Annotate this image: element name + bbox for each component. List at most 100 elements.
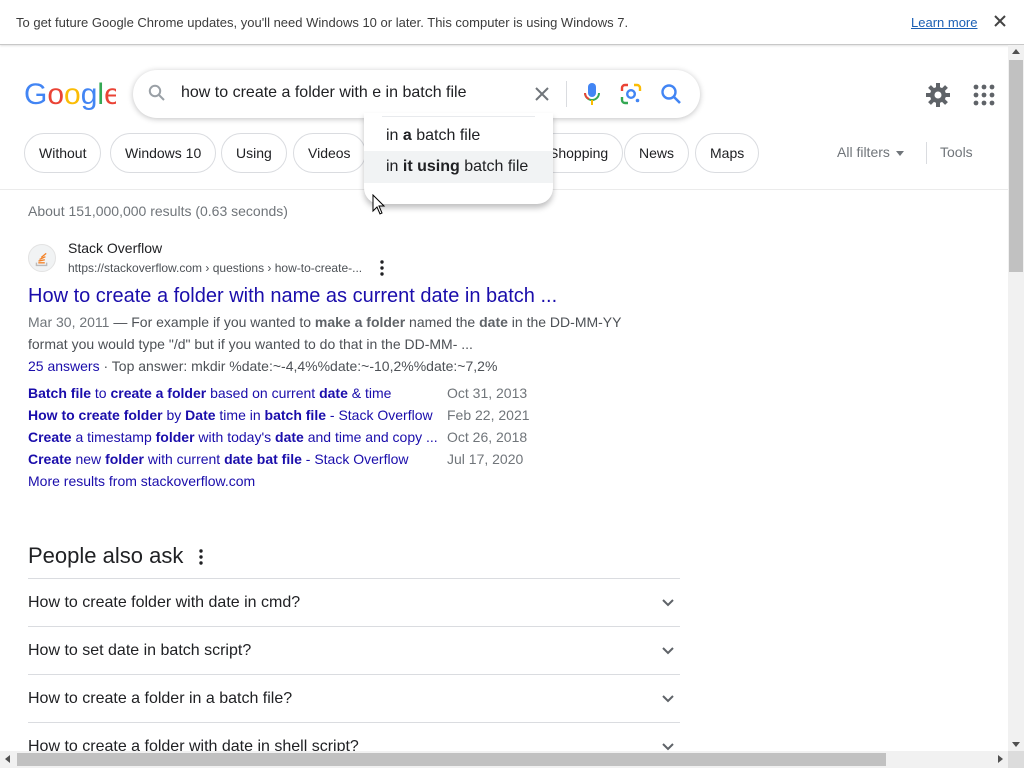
suggestion-bold: it using: [402, 158, 460, 175]
more-results-link[interactable]: More results from stackoverflow.com: [28, 473, 255, 489]
infobar-message: To get future Google Chrome updates, you…: [16, 15, 629, 30]
search-input[interactable]: how to create a folder with e in batch f…: [181, 84, 467, 102]
caret-down-icon: [895, 150, 904, 156]
sublink-bold-text: folder: [155, 429, 195, 445]
sublink-3[interactable]: Create a timestamp folder with today's d…: [28, 429, 438, 445]
vertical-scrollbar-thumb[interactable]: [1009, 60, 1023, 272]
sublink-text: to: [91, 385, 111, 401]
svg-text:Google: Google: [24, 78, 116, 111]
autocomplete-dropdown: in a batch file in it using batch file: [364, 113, 553, 204]
search-divider: [566, 81, 567, 107]
result-snippet-line-2: format you would type "/d" but if you wa…: [28, 336, 473, 352]
gear-icon[interactable]: [925, 82, 951, 108]
sublink-bold-text: batch file: [264, 407, 327, 423]
chip-without[interactable]: Without: [24, 133, 102, 173]
learn-more-link[interactable]: Learn more: [911, 15, 977, 30]
sublink-date-3: Oct 26, 2018: [447, 429, 528, 445]
people-also-ask-heading: People also ask: [28, 543, 184, 568]
sublink-1[interactable]: Batch file to create a folder based on c…: [28, 385, 391, 401]
sublink-bold-text: folder: [105, 451, 144, 467]
result-url[interactable]: https://stackoverflow.com › questions › …: [68, 261, 362, 275]
horizontal-scrollbar[interactable]: [0, 751, 1008, 768]
result-stats: About 151,000,000 results (0.63 seconds): [28, 203, 288, 219]
snippet-text: in the DD-MM-YY: [507, 314, 622, 330]
sublink-bold-text: date bat file: [224, 451, 302, 467]
sublink-text: a timestamp: [71, 429, 156, 445]
snippet-date: Mar 30, 2011: [28, 314, 110, 330]
dropdown-divider: [382, 116, 535, 117]
paa-question-text: How to set date in batch script?: [28, 642, 252, 659]
result-title-link[interactable]: How to create a folder with name as curr…: [28, 285, 557, 308]
paa-question-3[interactable]: How to create a folder in a batch file?: [28, 674, 680, 722]
snippet-text: — For example if you wanted to: [109, 314, 315, 330]
apps-grid-icon[interactable]: [972, 83, 996, 107]
clear-search-icon[interactable]: [531, 83, 553, 105]
horizontal-scrollbar-thumb[interactable]: [17, 753, 886, 766]
sublink-date-4: Jul 17, 2020: [447, 451, 524, 467]
sublink-date-2: Feb 22, 2021: [447, 407, 530, 423]
chip-videos[interactable]: Videos: [293, 133, 366, 173]
sublink-bold-text: Batch file: [28, 385, 92, 401]
suggestion-text: in: [386, 127, 403, 144]
sublink-text: and time and copy ...: [303, 429, 438, 445]
snippet-text: named the: [405, 314, 480, 330]
google-lens-icon[interactable]: [619, 82, 643, 106]
sublink-bold-text: create a folder: [110, 385, 207, 401]
all-filters-label: All filters: [837, 144, 890, 160]
tools-button[interactable]: Tools: [940, 144, 973, 160]
chevron-down-icon: [662, 599, 674, 607]
sublink-bold-text: date: [319, 385, 348, 401]
sublink-4[interactable]: Create new folder with current date bat …: [28, 451, 408, 467]
suggestion-1[interactable]: in a batch file: [364, 120, 553, 152]
sublink-date-1: Oct 31, 2013: [447, 385, 528, 401]
search-icon: [148, 84, 165, 101]
suggestion-text: batch file: [411, 127, 481, 144]
scrollbar-corner: [1008, 751, 1024, 768]
more-options-icon[interactable]: [372, 258, 392, 278]
sublink-2[interactable]: How to create folder by Date time in bat…: [28, 407, 433, 423]
scroll-right-arrow-icon[interactable]: [998, 755, 1003, 763]
sublink-bold-text: date: [275, 429, 304, 445]
microphone-icon[interactable]: [580, 81, 604, 107]
filter-divider: [926, 142, 927, 164]
vertical-scrollbar[interactable]: [1008, 45, 1024, 751]
chip-windows-10[interactable]: Windows 10: [110, 133, 217, 173]
paa-question-1[interactable]: How to create folder with date in cmd?: [28, 578, 680, 626]
result-site-name[interactable]: Stack Overflow: [68, 240, 162, 256]
answers-link[interactable]: 25 answers: [28, 358, 100, 374]
suggestion-bold: a: [402, 127, 412, 144]
search-box[interactable]: how to create a folder with e in batch f…: [133, 70, 700, 118]
scroll-left-arrow-icon[interactable]: [5, 755, 10, 763]
close-icon[interactable]: [990, 11, 1010, 31]
more-options-icon[interactable]: [191, 547, 211, 567]
sublink-text: - Stack Overflow: [326, 407, 433, 423]
chip-news[interactable]: News: [624, 133, 690, 173]
search-submit-icon[interactable]: [659, 82, 683, 106]
all-filters-button[interactable]: All filters: [837, 144, 904, 160]
suggestion-2[interactable]: in it using batch file: [364, 151, 553, 183]
result-snippet-line-1: Mar 30, 2011 — For example if you wanted…: [28, 314, 621, 330]
scroll-up-arrow-icon[interactable]: [1012, 49, 1020, 54]
snippet-bold: make a folder: [314, 314, 406, 330]
chevron-down-icon: [662, 695, 674, 703]
sublink-text: by: [162, 407, 186, 423]
paa-question-2[interactable]: How to set date in batch script?: [28, 626, 680, 674]
sublink-bold-text: How to create folder: [28, 407, 163, 423]
chip-maps[interactable]: Maps: [695, 133, 760, 173]
scroll-down-arrow-icon[interactable]: [1012, 742, 1020, 747]
sublink-bold-text: Date: [185, 407, 216, 423]
sublink-text: - Stack Overflow: [301, 451, 409, 467]
paa-question-text: How to create folder with date in cmd?: [28, 594, 301, 611]
sublink-text: based on current: [206, 385, 320, 401]
sublink-text: time in: [215, 407, 265, 423]
chip-using[interactable]: Using: [221, 133, 287, 173]
google-logo[interactable]: Google: [24, 77, 116, 111]
chevron-down-icon: [662, 647, 674, 655]
sublink-bold-text: Create: [28, 429, 72, 445]
suggestion-text: in: [386, 158, 403, 175]
stackoverflow-favicon-icon[interactable]: [28, 244, 56, 272]
paa-question-text: How to create a folder in a batch file?: [28, 690, 293, 707]
sublink-text: with current: [143, 451, 225, 467]
mouse-cursor-icon: [372, 194, 386, 215]
chrome-update-infobar: To get future Google Chrome updates, you…: [0, 0, 1024, 45]
